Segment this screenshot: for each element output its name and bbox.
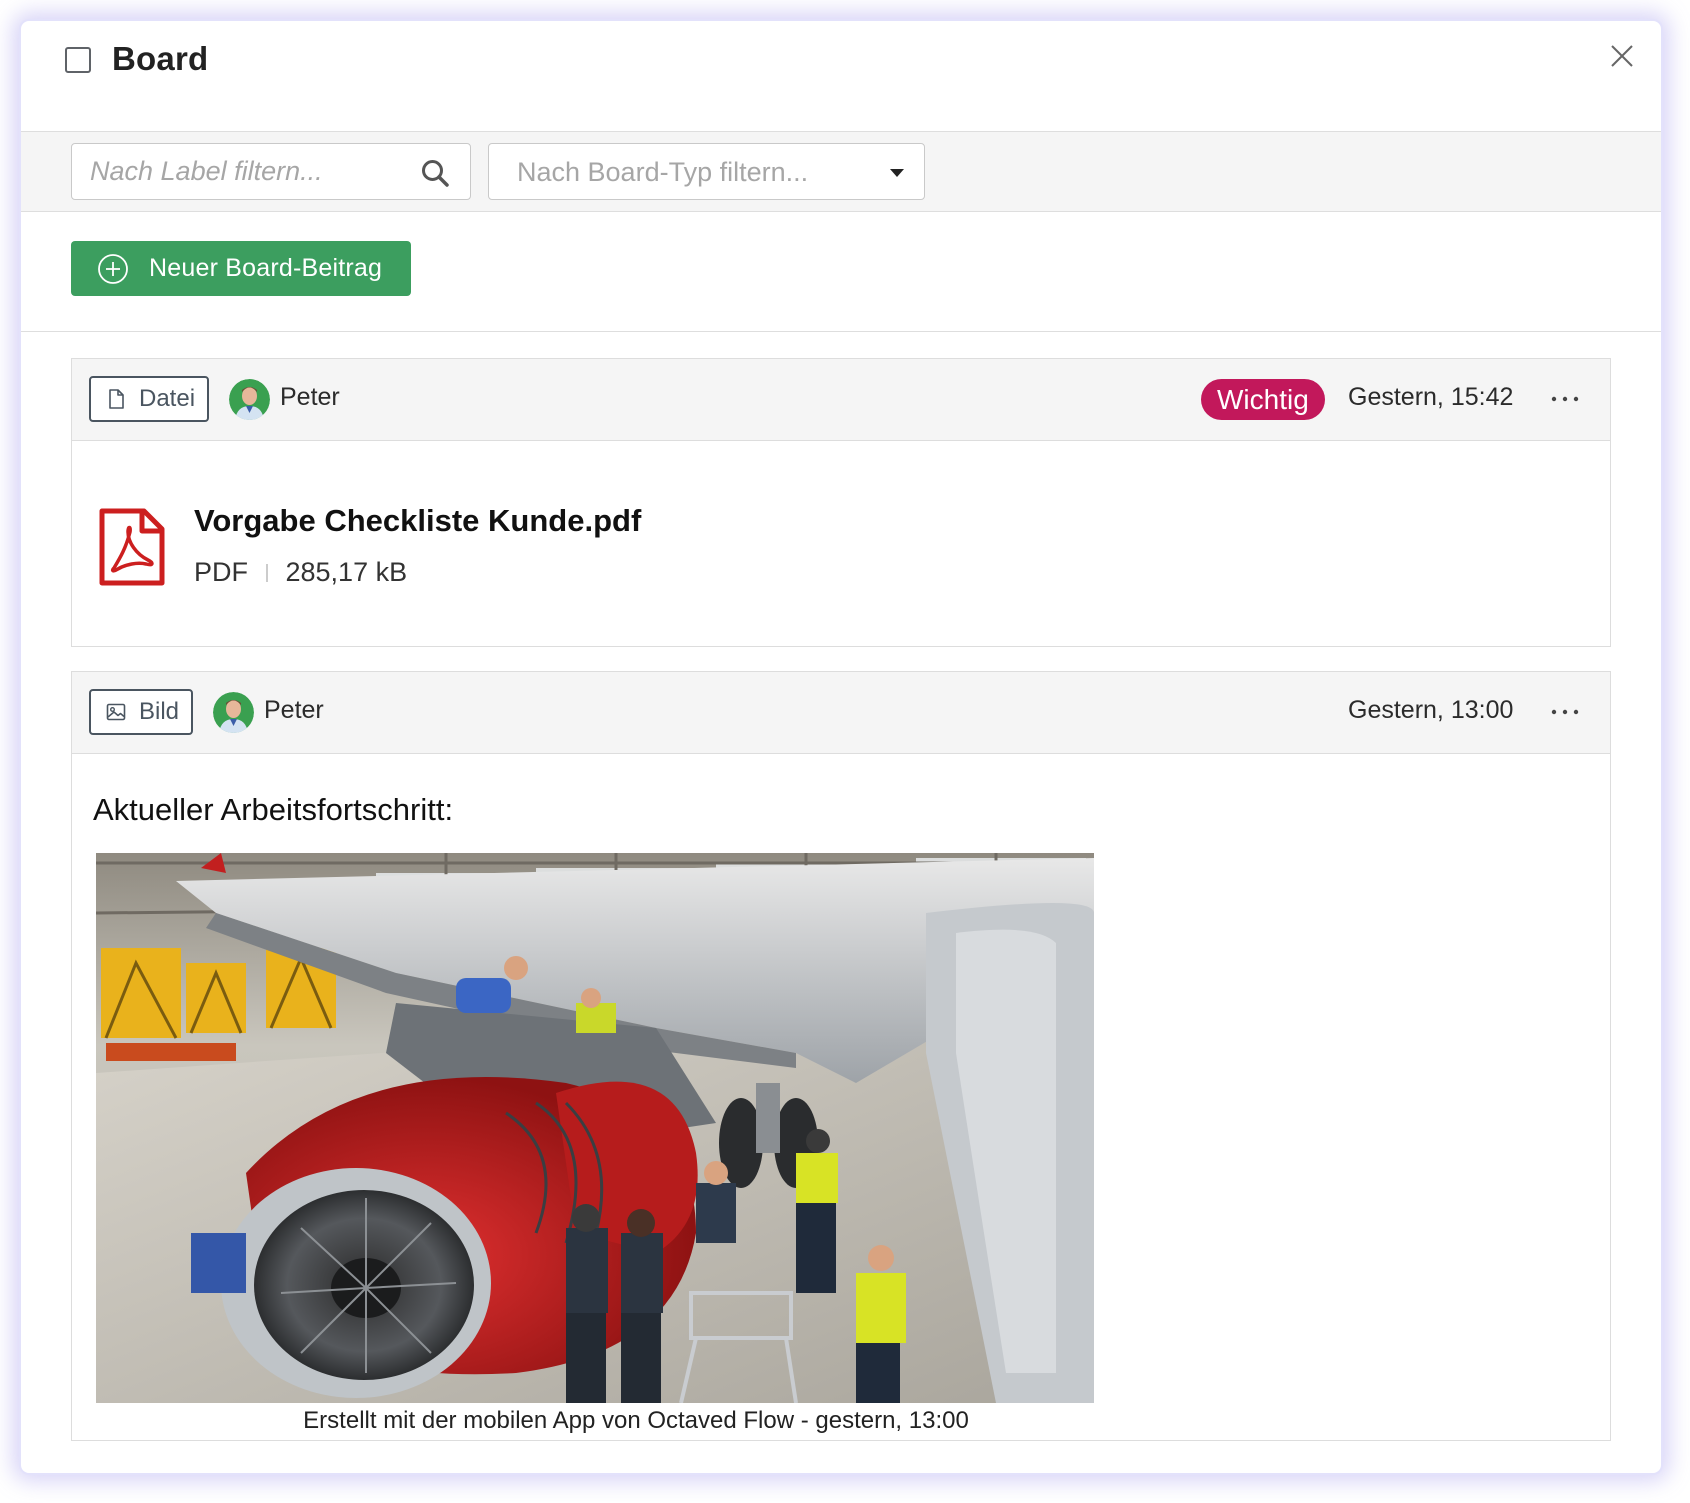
post-heading: Aktueller Arbeitsfortschritt: (93, 792, 454, 827)
image-caption: Erstellt mit der mobilen App von Octaved… (303, 1407, 969, 1434)
board-type-placeholder: Nach Board-Typ filtern... (517, 157, 809, 187)
dialog-title: Board (112, 40, 209, 77)
post-author[interactable]: Peter (280, 383, 340, 412)
dialog-header: Board (21, 21, 1661, 131)
board-type-select[interactable]: Nach Board-Typ filtern... (488, 143, 925, 200)
post-photo[interactable] (96, 853, 1094, 1403)
post-type-label: Bild (139, 698, 180, 725)
board-post-image: Bild Peter Gestern, 13:00 Aktueller Arbe… (71, 671, 1611, 1441)
file-name[interactable]: Vorgabe Checkliste Kunde.pdf (194, 503, 641, 539)
file-format: PDF (194, 557, 248, 587)
action-bar: Neuer Board-Beitrag (21, 212, 1661, 332)
chevron-down-icon (890, 169, 904, 177)
avatar[interactable] (213, 692, 254, 733)
more-icon[interactable] (1550, 702, 1580, 722)
search-icon[interactable] (420, 158, 450, 188)
post-author[interactable]: Peter (264, 696, 324, 725)
close-icon[interactable] (1609, 43, 1635, 69)
post-header: Bild Peter Gestern, 13:00 (72, 672, 1610, 754)
more-icon[interactable] (1550, 389, 1580, 409)
post-type-chip[interactable]: Datei (89, 376, 210, 422)
image-icon (106, 703, 126, 721)
meta-divider (266, 563, 268, 582)
post-timestamp: Gestern, 15:42 (1348, 383, 1514, 411)
post-type-label: Datei (139, 385, 196, 412)
post-timestamp: Gestern, 13:00 (1348, 696, 1514, 724)
new-board-post-button[interactable]: Neuer Board-Beitrag (71, 241, 411, 296)
plus-circle-icon (98, 253, 128, 284)
checkbox-icon[interactable] (65, 47, 91, 73)
post-header: Datei Peter Wichtig Gestern, 15:42 (72, 359, 1610, 441)
file-meta: PDF 285,17 kB (194, 557, 407, 588)
status-badge: Wichtig (1201, 379, 1325, 420)
pdf-icon (99, 508, 165, 586)
board-post-file: Datei Peter Wichtig Gestern, 15:42 Vorga… (71, 358, 1611, 647)
post-type-chip[interactable]: Bild (89, 689, 194, 735)
board-dialog: Board Nach Board-Typ filtern... (21, 21, 1661, 1473)
image-post-body: Aktueller Arbeitsfortschritt: Erstellt m… (72, 754, 1610, 1440)
avatar[interactable] (229, 379, 270, 420)
file-attachment[interactable]: Vorgabe Checkliste Kunde.pdf PDF 285,17 … (72, 441, 1610, 646)
file-size: 285,17 kB (285, 557, 408, 587)
filter-bar: Nach Board-Typ filtern... (21, 131, 1661, 212)
new-board-post-label: Neuer Board-Beitrag (149, 254, 383, 282)
label-filter-field (71, 143, 471, 200)
file-icon (109, 389, 124, 409)
label-filter-input[interactable] (72, 144, 402, 199)
